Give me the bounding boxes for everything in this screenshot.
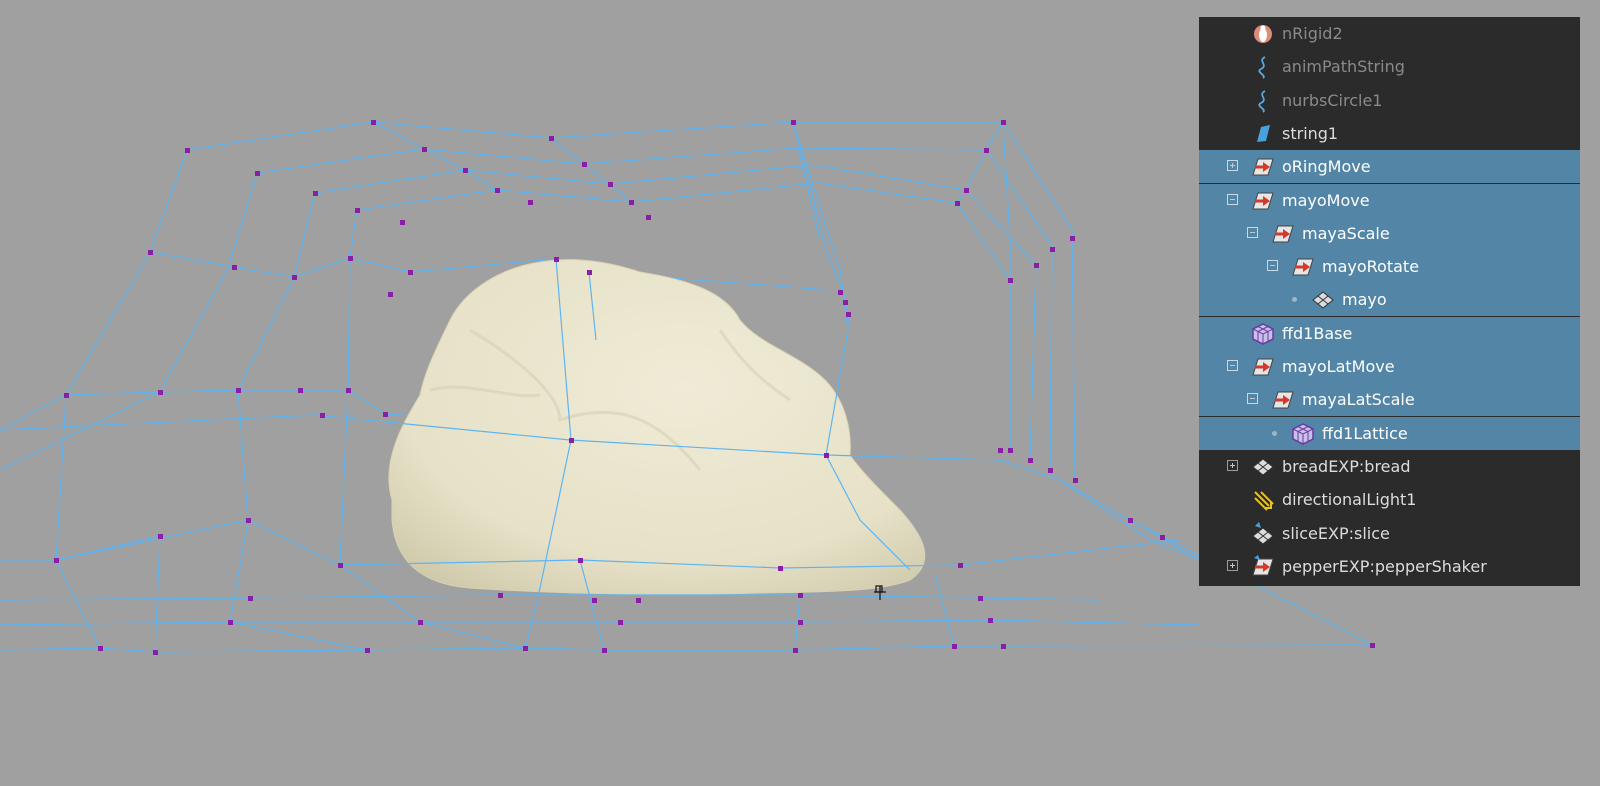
outliner-panel[interactable]: nRigid2 animPathString nurbsCircle1 string1… <box>1199 17 1580 586</box>
outliner-item-label: oRingMove <box>1282 157 1371 177</box>
outliner-item-label: mayo <box>1342 290 1387 310</box>
lattice-icon <box>1251 322 1275 346</box>
outliner-item-label: animPathString <box>1282 57 1405 77</box>
collapse-icon[interactable] <box>1267 260 1278 272</box>
mesh-shape-icon <box>1251 122 1275 146</box>
outliner-item-label: mayaScale <box>1302 223 1390 243</box>
mayo-mesh[interactable] <box>388 259 926 595</box>
transform-icon <box>1251 189 1275 213</box>
outliner-item-mayascale[interactable]: mayaScale <box>1199 216 1580 250</box>
transform-icon <box>1291 255 1315 279</box>
outliner-item-mayomove[interactable]: mayoMove <box>1199 183 1580 217</box>
outliner-item-breadexp-bread[interactable]: breadEXP:bread <box>1199 450 1580 483</box>
tree-leaf-dot <box>1272 430 1277 436</box>
expand-icon[interactable] <box>1227 459 1238 471</box>
outliner-item-sliceexp-slice[interactable]: sliceEXP:slice <box>1199 517 1580 550</box>
outliner-item-label: mayoRotate <box>1322 257 1420 277</box>
transform-ref-icon <box>1251 554 1275 579</box>
transform-icon <box>1251 155 1275 179</box>
transform-icon <box>1271 388 1295 412</box>
mesh-ref-icon <box>1251 521 1275 546</box>
outliner-item-label: breadEXP:bread <box>1282 456 1411 476</box>
outliner-item-nurbscircle1[interactable]: nurbsCircle1 <box>1199 84 1580 117</box>
outliner-item-label: string1 <box>1282 123 1339 143</box>
outliner-item-label: nurbsCircle1 <box>1282 90 1383 110</box>
expand-icon[interactable] <box>1227 160 1238 172</box>
collapse-icon[interactable] <box>1247 226 1258 238</box>
mesh-icon <box>1311 288 1335 312</box>
outliner-item-label: pepperEXP:pepperShaker <box>1282 556 1487 576</box>
nrigid-icon <box>1251 22 1275 46</box>
collapse-icon[interactable] <box>1227 193 1238 205</box>
outliner-item-label: ffd1Lattice <box>1322 423 1408 443</box>
outliner-item-label: mayoMove <box>1282 190 1370 210</box>
mesh-icon <box>1251 455 1275 479</box>
outliner-item-label: sliceEXP:slice <box>1282 523 1390 543</box>
outliner-item-pepperexp-peppershaker[interactable]: pepperEXP:pepperShaker <box>1199 550 1580 583</box>
outliner-item-label: nRigid2 <box>1282 24 1343 43</box>
outliner-item-label: mayaLatScale <box>1302 390 1415 410</box>
outliner-item-ffd1lattice[interactable]: ffd1Lattice <box>1199 416 1580 450</box>
tree-leaf-dot <box>1292 297 1297 303</box>
outliner-item-label: ffd1Base <box>1282 323 1353 343</box>
outliner-item-directionallight1[interactable]: directionalLight1 <box>1199 483 1580 516</box>
collapse-icon[interactable] <box>1227 360 1238 371</box>
transform-icon <box>1251 355 1275 379</box>
outliner-item-oringmove[interactable]: oRingMove <box>1199 150 1580 184</box>
expand-icon[interactable] <box>1227 559 1238 571</box>
outliner-item-nrigid2[interactable]: nRigid2 <box>1199 17 1580 50</box>
light-icon <box>1251 488 1275 512</box>
outliner-item-ffd1base[interactable]: ffd1Base <box>1199 316 1580 350</box>
outliner-item-mayolatmove[interactable]: mayoLatMove <box>1199 350 1580 383</box>
collapse-icon[interactable] <box>1247 393 1258 405</box>
curve-icon <box>1251 55 1275 80</box>
outliner-item-mayo[interactable]: mayo <box>1199 283 1580 317</box>
outliner-item-label: mayoLatMove <box>1282 357 1395 376</box>
curve-icon <box>1251 89 1275 113</box>
outliner-item-label: directionalLight1 <box>1282 490 1417 510</box>
outliner-item-mayorotate[interactable]: mayoRotate <box>1199 250 1580 284</box>
transform-icon <box>1271 222 1295 246</box>
pivot-manipulator-icon[interactable] <box>874 585 886 600</box>
outliner-item-string1[interactable]: string1 <box>1199 117 1580 150</box>
lattice-icon <box>1291 422 1315 446</box>
outliner-item-mayalatscale[interactable]: mayaLatScale <box>1199 383 1580 417</box>
outliner-item-animpathstring[interactable]: animPathString <box>1199 50 1580 83</box>
